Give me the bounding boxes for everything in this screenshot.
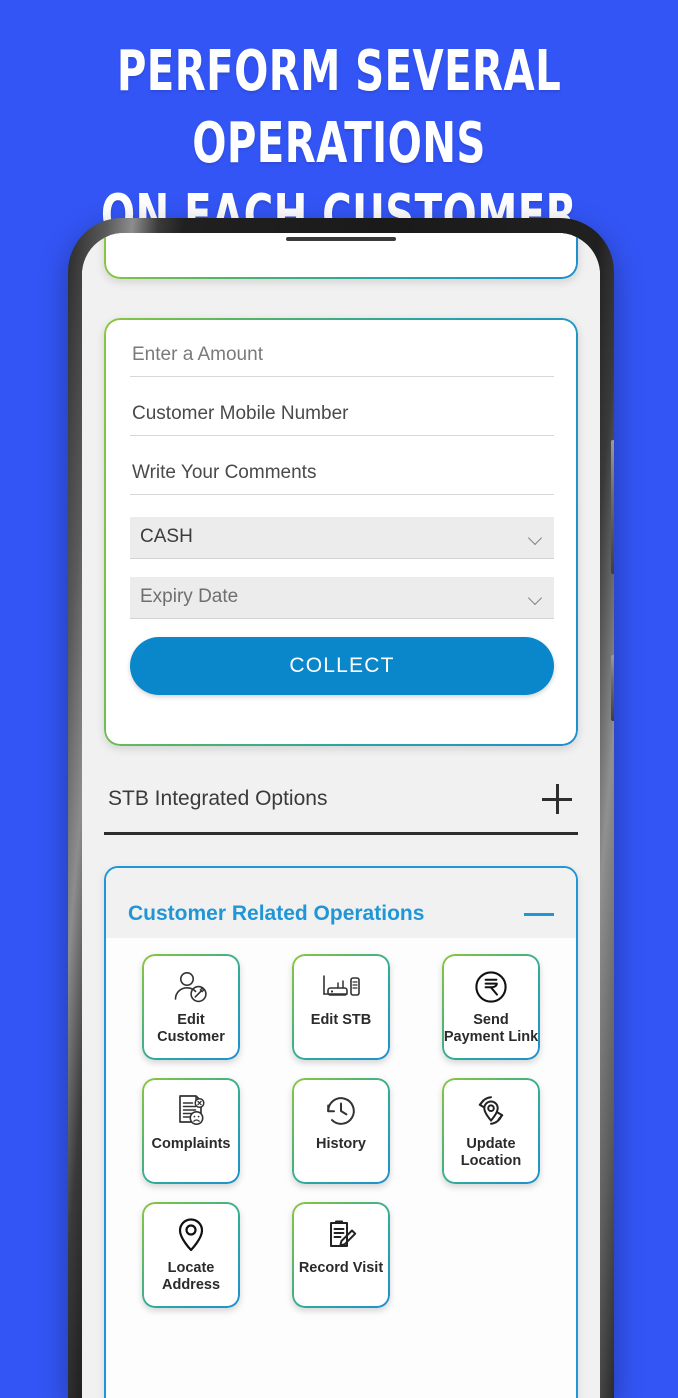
tile-label: Edit Customer [157, 1012, 225, 1045]
section-divider [104, 832, 578, 835]
tile-send-payment-link[interactable]: Send Payment Link [442, 954, 540, 1060]
tile-edit-customer[interactable]: Edit Customer [142, 954, 240, 1060]
tile-history[interactable]: History [292, 1078, 390, 1184]
amount-input[interactable]: Enter a Amount [130, 340, 554, 377]
total-payable-amount: ₹ 0 [379, 233, 407, 234]
tile-update-location[interactable]: Update Location [442, 1078, 540, 1184]
customer-related-operations-card: Customer Related Operations Edit Custome… [104, 866, 578, 1398]
tile-label: Locate Address [161, 1260, 221, 1293]
customer-ops-grid: Edit Customer Edit STB Send Payment Link… [120, 954, 562, 1308]
customer-ops-title: Customer Related Operations [128, 902, 425, 925]
tile-label: Record Visit [298, 1260, 384, 1276]
chevron-down-icon [529, 530, 544, 545]
tile-complaints[interactable]: Complaints [142, 1078, 240, 1184]
payment-mode-select[interactable]: CASH [130, 517, 554, 559]
payment-mode-value: CASH [140, 526, 193, 547]
collect-button[interactable]: COLLECT [130, 637, 554, 695]
tile-record-visit[interactable]: Record Visit [292, 1202, 390, 1308]
volume-button[interactable] [611, 440, 614, 574]
location-refresh-icon [471, 1090, 511, 1132]
tile-label: Update Location [460, 1136, 522, 1169]
tile-edit-stb[interactable]: Edit STB [292, 954, 390, 1060]
phone-mockup: Total Payable Amount : ₹ 0 Enter a Amoun… [68, 218, 614, 1398]
set-top-box-icon [319, 966, 363, 1008]
tile-locate-address[interactable]: Locate Address [142, 1202, 240, 1308]
clipboard-pencil-icon [322, 1214, 360, 1256]
stb-section-title: STB Integrated Options [108, 787, 328, 810]
clock-history-icon [323, 1090, 359, 1132]
mobile-number-input[interactable]: Customer Mobile Number [130, 399, 554, 436]
tile-label: History [316, 1136, 366, 1152]
expiry-date-value: Expiry Date [140, 586, 239, 607]
app-screen: Total Payable Amount : ₹ 0 Enter a Amoun… [82, 233, 600, 1398]
comments-input[interactable]: Write Your Comments [130, 458, 554, 495]
stb-integrated-options-section[interactable]: STB Integrated Options [104, 778, 578, 835]
rupee-circle-icon [472, 966, 510, 1008]
payment-form-card: Enter a Amount Customer Mobile Number Wr… [104, 318, 578, 746]
complaint-document-icon [172, 1090, 210, 1132]
tile-label: Send Payment Link [443, 1012, 539, 1045]
minus-icon[interactable] [524, 912, 554, 916]
tile-label: Edit STB [310, 1012, 372, 1028]
power-button[interactable] [611, 655, 614, 721]
earpiece-speaker-icon [286, 237, 396, 241]
map-pin-icon [175, 1214, 207, 1256]
customer-ops-header[interactable]: Customer Related Operations [106, 868, 576, 938]
tile-label: Complaints [151, 1136, 231, 1152]
plus-icon[interactable] [542, 784, 572, 814]
phone-screen: Total Payable Amount : ₹ 0 Enter a Amoun… [82, 233, 600, 1398]
chevron-down-icon [529, 590, 544, 605]
expiry-date-select[interactable]: Expiry Date [130, 577, 554, 619]
user-edit-icon [171, 966, 211, 1008]
